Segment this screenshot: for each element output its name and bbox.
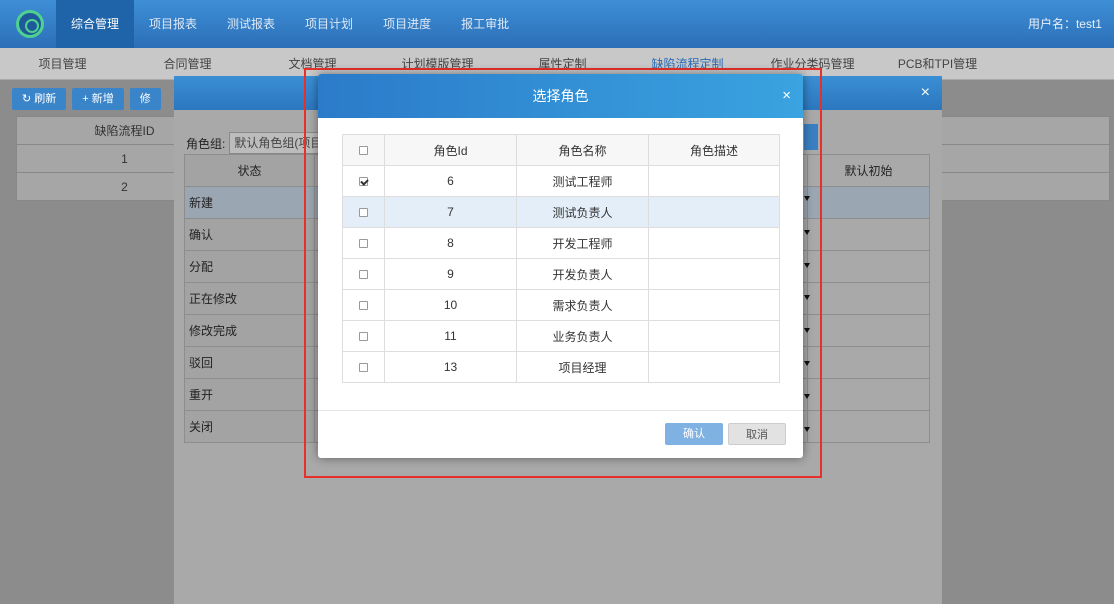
row-checkbox[interactable] bbox=[342, 258, 385, 290]
column-header-role-id: 角色Id bbox=[384, 134, 517, 166]
topnav-item-project-report[interactable]: 项目报表 bbox=[134, 0, 212, 48]
state-name: 关闭 bbox=[184, 410, 315, 443]
subnav-item-pcb-tpi[interactable]: PCB和TPI管理 bbox=[875, 48, 1000, 79]
close-icon[interactable]: × bbox=[921, 84, 930, 102]
topnav-item-project-progress[interactable]: 项目进度 bbox=[368, 0, 446, 48]
role-desc bbox=[648, 196, 780, 228]
toolbar: ↻ 刷新 + 新增 修 bbox=[12, 88, 161, 110]
column-header-default: 默认初始 bbox=[807, 154, 930, 187]
role-id: 8 bbox=[384, 227, 517, 259]
select-all-checkbox[interactable] bbox=[342, 134, 385, 166]
state-name: 重开 bbox=[184, 378, 315, 411]
checkbox-icon bbox=[359, 301, 368, 311]
subnav-item-contract[interactable]: 合同管理 bbox=[125, 48, 250, 79]
topnav-item-work-approval[interactable]: 报工审批 bbox=[446, 0, 524, 48]
role-desc bbox=[648, 227, 780, 259]
role-name: 开发负责人 bbox=[516, 258, 649, 290]
state-name: 修改完成 bbox=[184, 314, 315, 347]
role-id: 7 bbox=[384, 196, 517, 228]
role-row[interactable]: 10 需求负责人 bbox=[342, 289, 780, 321]
state-name: 驳回 bbox=[184, 346, 315, 379]
row-checkbox[interactable] bbox=[342, 320, 385, 352]
role-table: 角色Id 角色名称 角色描述 6 测试工程师 7 测试负责人 8 开发工程师 9… bbox=[342, 134, 780, 383]
row-checkbox[interactable] bbox=[342, 351, 385, 383]
role-id: 10 bbox=[384, 289, 517, 321]
role-desc bbox=[648, 289, 780, 321]
column-header-status: 状态 bbox=[184, 154, 315, 187]
role-table-header: 角色Id 角色名称 角色描述 bbox=[342, 134, 780, 166]
checkbox-icon bbox=[359, 146, 368, 156]
topnav-item-project-plan[interactable]: 项目计划 bbox=[290, 0, 368, 48]
role-name: 开发工程师 bbox=[516, 227, 649, 259]
column-header-role-name: 角色名称 bbox=[516, 134, 649, 166]
role-id: 11 bbox=[384, 320, 517, 352]
role-row[interactable]: 7 测试负责人 bbox=[342, 196, 780, 228]
select-role-modal: 选择角色 × 角色Id 角色名称 角色描述 6 测试工程师 7 测试负责人 8 … bbox=[318, 74, 803, 458]
role-name: 项目经理 bbox=[516, 351, 649, 383]
top-nav: 综合管理 项目报表 测试报表 项目计划 项目进度 报工审批 bbox=[56, 0, 524, 48]
cancel-button[interactable]: 取消 bbox=[728, 423, 786, 445]
row-checkbox[interactable] bbox=[342, 165, 385, 197]
top-bar: 综合管理 项目报表 测试报表 项目计划 项目进度 报工审批 用户名：test1 bbox=[0, 0, 1114, 48]
role-row[interactable]: 8 开发工程师 bbox=[342, 227, 780, 259]
topnav-item-test-report[interactable]: 测试报表 bbox=[212, 0, 290, 48]
edit-button[interactable]: 修 bbox=[129, 88, 161, 110]
role-id: 6 bbox=[384, 165, 517, 197]
row-checkbox[interactable] bbox=[342, 227, 385, 259]
checkbox-icon bbox=[359, 363, 368, 373]
checkbox-icon bbox=[359, 332, 368, 342]
modal-title: 选择角色 bbox=[532, 88, 589, 104]
modal-header: 选择角色 × bbox=[318, 74, 803, 118]
role-desc bbox=[648, 258, 780, 290]
checkbox-checked-icon bbox=[359, 177, 368, 187]
checkbox-icon bbox=[359, 270, 368, 280]
state-name: 新建 bbox=[184, 186, 315, 219]
modal-footer: 确认 取消 bbox=[318, 410, 803, 458]
role-name: 测试工程师 bbox=[516, 165, 649, 197]
role-group-label: 角色组: bbox=[186, 136, 226, 151]
role-desc bbox=[648, 165, 780, 197]
state-name: 分配 bbox=[184, 250, 315, 283]
refresh-icon: ↻ bbox=[22, 93, 35, 105]
column-header-role-desc: 角色描述 bbox=[648, 134, 780, 166]
state-name: 正在修改 bbox=[184, 282, 315, 315]
role-id: 13 bbox=[384, 351, 517, 383]
role-row[interactable]: 9 开发负责人 bbox=[342, 258, 780, 290]
checkbox-icon bbox=[359, 208, 368, 218]
confirm-button[interactable]: 确认 bbox=[665, 423, 723, 445]
checkbox-icon bbox=[359, 239, 368, 249]
state-name: 确认 bbox=[184, 218, 315, 251]
row-checkbox[interactable] bbox=[342, 289, 385, 321]
subnav-item-project[interactable]: 项目管理 bbox=[0, 48, 125, 79]
close-icon[interactable]: × bbox=[782, 74, 791, 118]
role-row[interactable]: 13 项目经理 bbox=[342, 351, 780, 383]
role-row[interactable]: 11 业务负责人 bbox=[342, 320, 780, 352]
refresh-button[interactable]: ↻ 刷新 bbox=[12, 88, 67, 110]
add-button[interactable]: + 新增 bbox=[72, 88, 124, 110]
role-name: 业务负责人 bbox=[516, 320, 649, 352]
role-desc bbox=[648, 351, 780, 383]
app-logo-icon bbox=[16, 10, 44, 38]
role-id: 9 bbox=[384, 258, 517, 290]
topnav-item-overview[interactable]: 综合管理 bbox=[56, 0, 135, 48]
row-checkbox[interactable] bbox=[342, 196, 385, 228]
user-name[interactable]: 用户名：test1 bbox=[1028, 0, 1102, 48]
role-row[interactable]: 6 测试工程师 bbox=[342, 165, 780, 197]
role-name: 需求负责人 bbox=[516, 289, 649, 321]
role-desc bbox=[648, 320, 780, 352]
role-name: 测试负责人 bbox=[516, 196, 649, 228]
